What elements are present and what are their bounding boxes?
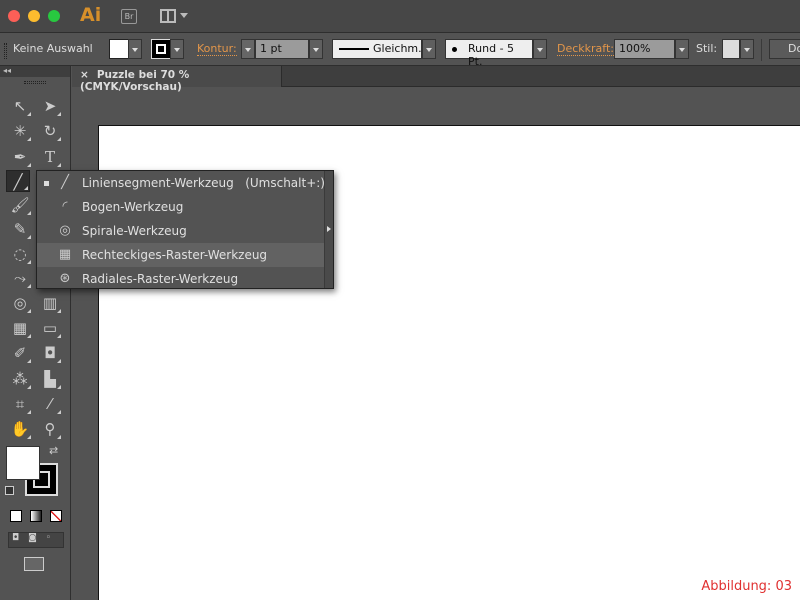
zoom-tool-icon[interactable]: ⚲ — [38, 418, 62, 440]
selection-status: Keine Auswahl — [13, 42, 93, 55]
screen-mode-button[interactable] — [24, 557, 44, 571]
brush-value: Rund - 5 Pt. — [468, 42, 515, 68]
style-label: Stil: — [696, 42, 718, 55]
none-mode-button[interactable] — [50, 510, 62, 522]
default-colors-icon[interactable] — [5, 486, 14, 495]
draw-mode-buttons[interactable]: ◘◙◦ — [8, 532, 64, 548]
stroke-profile-select[interactable]: Gleichm. — [332, 39, 422, 59]
divider — [761, 39, 762, 61]
document-setup-button[interactable]: Do — [769, 39, 800, 59]
figure-caption: Abbildung: 03 — [701, 579, 792, 594]
document-tab[interactable]: × Puzzle bei 70 % (CMYK/Vorschau) — [72, 66, 282, 93]
swap-colors-icon[interactable]: ⇄ — [49, 444, 58, 457]
type-tool-icon[interactable]: T — [38, 146, 62, 168]
stroke-weight-dropdown[interactable] — [309, 39, 323, 59]
selected-indicator — [44, 181, 49, 186]
arc-icon: ◜ — [62, 199, 68, 214]
brush-select[interactable]: Rund - 5 Pt. — [445, 39, 533, 68]
gradient-tool-icon[interactable]: ▭ — [38, 317, 62, 339]
stroke-label-link[interactable]: Kontur: — [197, 42, 237, 56]
direct-selection-tool-icon[interactable]: ➤ — [38, 95, 62, 117]
flyout-item-rectangular-grid[interactable]: ▦ Rechteckiges-Raster-Werkzeug — [37, 243, 333, 267]
mesh-tool-icon[interactable]: ▦ — [8, 317, 32, 339]
close-tab-icon[interactable]: × — [80, 69, 89, 81]
style-swatch[interactable] — [722, 39, 740, 59]
document-tab-bar: × Puzzle bei 70 % (CMYK/Vorschau) — [72, 66, 800, 93]
opacity-label-link[interactable]: Deckkraft: — [557, 42, 614, 56]
flyout-item-polar-grid[interactable]: ⊛ Radiales-Raster-Werkzeug — [37, 267, 333, 291]
polar-grid-icon: ⊛ — [59, 271, 71, 286]
color-mode-button[interactable] — [10, 510, 22, 522]
pen-tool-icon[interactable]: ✒ — [8, 146, 32, 168]
column-graph-tool-icon[interactable]: ▙ — [38, 368, 62, 390]
line-segment-tool-icon[interactable]: ╱ — [6, 170, 30, 192]
grip-handle[interactable] — [4, 43, 7, 59]
close-window-button[interactable] — [8, 10, 20, 22]
gradient-mode-button[interactable] — [30, 510, 42, 522]
flyout-item-label: Spirale-Werkzeug — [82, 224, 187, 238]
symbol-sprayer-tool-icon[interactable]: ⁂ — [8, 368, 32, 390]
artboard-tool-icon[interactable]: ⌗ — [8, 393, 32, 415]
flyout-item-label: Rechteckiges-Raster-Werkzeug — [82, 248, 268, 262]
slice-tool-icon[interactable]: ⁄ — [38, 393, 62, 415]
stroke-profile-dropdown[interactable] — [422, 39, 436, 59]
flyout-item-spiral[interactable]: ◎ Spirale-Werkzeug — [37, 219, 333, 243]
app-logo: Ai — [80, 4, 102, 26]
width-tool-icon[interactable]: ⤳ — [8, 267, 32, 289]
lasso-tool-icon[interactable]: ↻ — [38, 120, 62, 142]
fill-color-box[interactable] — [6, 446, 40, 480]
shaper-tool-icon[interactable]: ✎ — [8, 218, 32, 240]
workspace-switcher-icon[interactable] — [160, 9, 176, 23]
bridge-button[interactable]: Br — [121, 9, 137, 24]
control-bar: Keine Auswahl Kontur: 1 pt Gleichm. Rund… — [0, 34, 800, 68]
spiral-icon: ◎ — [59, 223, 71, 238]
zoom-window-button[interactable] — [48, 10, 60, 22]
stroke-profile-value: Gleichm. — [373, 42, 422, 55]
blend-tool-icon[interactable]: ◘ — [38, 342, 62, 364]
brush-dropdown[interactable] — [533, 39, 547, 59]
rect-grid-icon: ▦ — [58, 247, 72, 262]
stroke-swatch[interactable] — [151, 39, 171, 59]
opacity-dropdown[interactable] — [675, 39, 689, 59]
stroke-dropdown[interactable] — [170, 39, 184, 59]
line-segment-icon: ╱ — [61, 175, 69, 190]
selection-tool-icon[interactable]: ↖ — [8, 95, 32, 117]
stroke-weight-input[interactable]: 1 pt — [255, 39, 309, 59]
minimize-window-button[interactable] — [28, 10, 40, 22]
chevron-down-icon[interactable] — [180, 13, 188, 22]
flyout-item-label: Radiales-Raster-Werkzeug — [82, 272, 239, 286]
fill-dropdown[interactable] — [128, 39, 142, 59]
document-tab-title: Puzzle bei 70 % (CMYK/Vorschau) — [80, 69, 190, 93]
rotate-tool-icon[interactable]: ◌ — [8, 243, 32, 265]
flyout-item-line-segment[interactable]: ╱ Liniensegment-Werkzeug (Umschalt+:) — [37, 171, 333, 195]
title-bar: Ai Br — [0, 0, 800, 33]
perspective-grid-tool-icon[interactable]: ▥ — [38, 292, 62, 314]
eyedropper-tool-icon[interactable]: ✐ — [8, 342, 32, 364]
magic-wand-tool-icon[interactable]: ✳ — [8, 120, 32, 142]
line-tools-flyout-menu: ╱ Liniensegment-Werkzeug (Umschalt+:) ◜ Bo… — [36, 170, 334, 289]
opacity-input[interactable]: 100% — [614, 39, 675, 59]
collapse-panel-button[interactable]: ◂◂ — [0, 66, 70, 77]
panel-grip[interactable] — [24, 81, 46, 84]
flyout-item-arc[interactable]: ◜ Bogen-Werkzeug — [37, 195, 333, 219]
stroke-weight-stepper[interactable] — [241, 39, 255, 59]
hand-tool-icon[interactable]: ✋ — [8, 418, 32, 440]
shape-builder-tool-icon[interactable]: ◎ — [8, 292, 32, 314]
flyout-item-label: Liniensegment-Werkzeug (Umschalt+:) — [82, 176, 325, 190]
paintbrush-tool-icon[interactable]: 🖌 — [8, 194, 32, 216]
tearoff-handle[interactable] — [324, 171, 333, 288]
flyout-item-label: Bogen-Werkzeug — [82, 200, 184, 214]
tools-panel: ◂◂ ↖ ➤ ✳ ↻ ✒ T ╱ 🖌 ✎ ◌ ⤳ ◎ ▥ ▦ ▭ ✐ ◘ ⁂ ▙… — [0, 66, 71, 600]
style-dropdown[interactable] — [740, 39, 754, 59]
fill-swatch[interactable] — [109, 39, 129, 59]
